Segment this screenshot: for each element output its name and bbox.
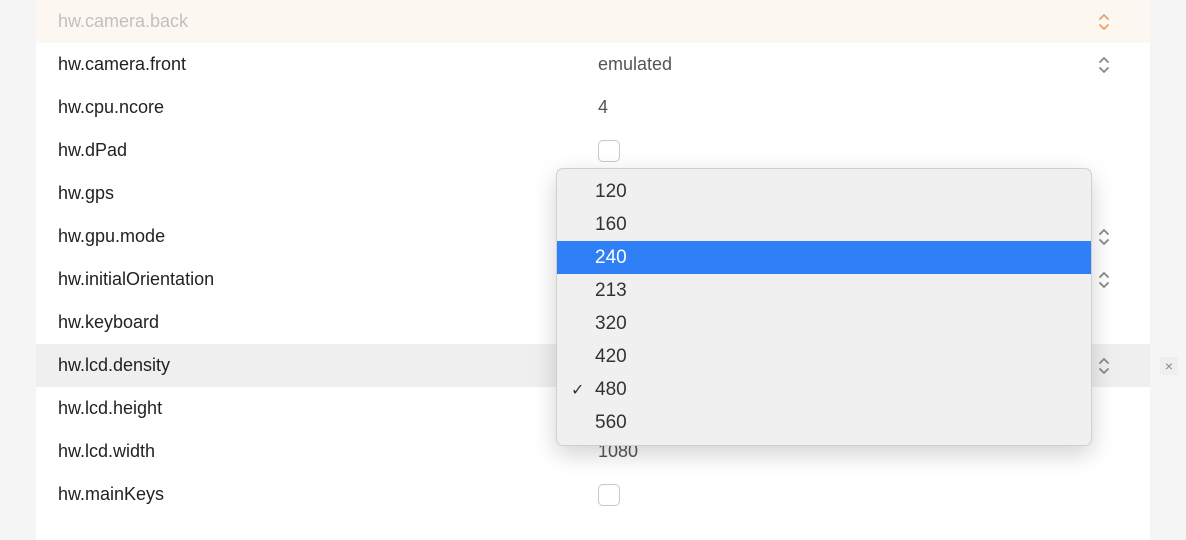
property-key: hw.camera.back <box>36 0 584 43</box>
close-icon[interactable]: × <box>1160 357 1178 375</box>
property-value[interactable] <box>584 0 1150 43</box>
property-key: hw.cpu.ncore <box>36 86 584 129</box>
dropdown-option[interactable]: 420 <box>557 340 1091 373</box>
property-value[interactable]: 4 <box>584 86 1150 129</box>
property-row[interactable]: hw.cpu.ncore 4 <box>36 86 1150 129</box>
checkbox-input[interactable] <box>598 140 620 162</box>
stepper-icon[interactable] <box>1098 356 1112 376</box>
stepper-icon[interactable] <box>1098 55 1112 75</box>
property-row[interactable]: hw.camera.back <box>36 0 1150 43</box>
property-key: hw.camera.front <box>36 43 584 86</box>
property-value[interactable] <box>584 473 1150 516</box>
dropdown-option-label: 240 <box>595 247 627 269</box>
property-row[interactable]: hw.camera.front emulated <box>36 43 1150 86</box>
property-key: hw.lcd.height <box>36 387 584 430</box>
property-row[interactable]: hw.mainKeys <box>36 473 1150 516</box>
dropdown-option[interactable]: 560 <box>557 406 1091 439</box>
stepper-icon[interactable] <box>1098 12 1112 32</box>
dropdown-option-label: 420 <box>595 346 627 368</box>
density-dropdown[interactable]: 120 160 240 213 320 420 ✓ 480 560 <box>556 168 1092 446</box>
property-key: hw.gps <box>36 172 584 215</box>
dropdown-option-label: 320 <box>595 313 627 335</box>
stepper-icon[interactable] <box>1098 270 1112 290</box>
property-row[interactable]: hw.dPad <box>36 129 1150 172</box>
dropdown-option[interactable]: 120 <box>557 175 1091 208</box>
dropdown-option[interactable]: 160 <box>557 208 1091 241</box>
property-key: hw.dPad <box>36 129 584 172</box>
dropdown-option-label: 213 <box>595 280 627 302</box>
property-key: hw.gpu.mode <box>36 215 584 258</box>
value-text: emulated <box>598 54 672 75</box>
property-key: hw.lcd.density <box>36 344 584 387</box>
property-key: hw.keyboard <box>36 301 584 344</box>
property-value[interactable] <box>584 129 1150 172</box>
dropdown-option[interactable]: 240 <box>557 241 1091 274</box>
checkbox-input[interactable] <box>598 484 620 506</box>
value-text: 4 <box>598 97 608 118</box>
dropdown-option-label: 160 <box>595 214 627 236</box>
dropdown-option-label: 120 <box>595 181 627 203</box>
dropdown-option-label: 480 <box>595 379 627 401</box>
dropdown-option[interactable]: ✓ 480 <box>557 373 1091 406</box>
dropdown-option[interactable]: 213 <box>557 274 1091 307</box>
property-key: hw.lcd.width <box>36 430 584 473</box>
dropdown-option[interactable]: 320 <box>557 307 1091 340</box>
property-value[interactable]: emulated <box>584 43 1150 86</box>
checkmark-icon: ✓ <box>571 380 584 400</box>
property-key: hw.mainKeys <box>36 473 584 516</box>
property-key: hw.initialOrientation <box>36 258 584 301</box>
stepper-icon[interactable] <box>1098 227 1112 247</box>
dropdown-option-label: 560 <box>595 412 627 434</box>
